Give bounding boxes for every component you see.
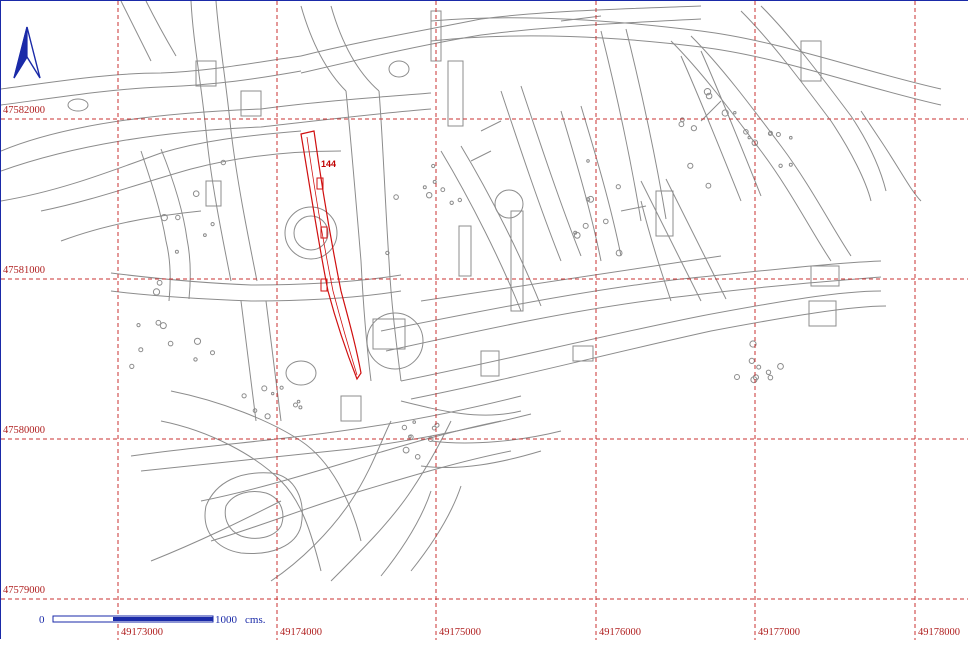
scale-start-label: 0 xyxy=(39,614,45,626)
post-hole xyxy=(573,231,581,239)
post-hole xyxy=(747,135,751,140)
coordinate-grid xyxy=(1,1,968,640)
easting-label: 49178000 xyxy=(918,627,960,638)
post-hole xyxy=(705,182,712,189)
post-hole xyxy=(261,385,268,392)
northing-label: 47580000 xyxy=(3,425,45,436)
post-hole xyxy=(734,374,740,380)
post-hole xyxy=(193,357,198,362)
post-hole xyxy=(167,340,174,347)
post-hole xyxy=(138,347,144,353)
post-hole xyxy=(615,249,623,257)
post-hole xyxy=(401,424,408,431)
post-hole xyxy=(431,163,436,169)
post-hole xyxy=(152,288,161,296)
post-hole xyxy=(414,454,421,460)
post-hole xyxy=(789,135,793,140)
post-hole xyxy=(788,162,793,167)
highlighted-feature[interactable]: 144 xyxy=(300,130,362,381)
post-hole xyxy=(449,200,454,206)
post-hole xyxy=(408,434,412,439)
easting-label: 49174000 xyxy=(280,627,322,638)
post-hole xyxy=(296,399,301,404)
post-hole xyxy=(422,185,427,190)
map-canvas: 47582000 47581000 47580000 47579000 4917… xyxy=(0,0,968,640)
feature-144-centerline xyxy=(306,136,358,376)
northing-label: 47579000 xyxy=(3,585,45,596)
post-hole xyxy=(402,446,410,454)
northing-label: 47581000 xyxy=(3,265,45,276)
post-hole xyxy=(279,385,284,390)
post-hole xyxy=(687,162,694,169)
northing-label: 47582000 xyxy=(3,105,45,116)
post-hole xyxy=(293,402,298,408)
post-hole xyxy=(241,393,247,399)
post-hole xyxy=(733,111,737,115)
post-hole xyxy=(426,192,433,199)
post-hole xyxy=(175,214,181,221)
post-hole xyxy=(582,222,589,229)
post-hole xyxy=(193,337,202,345)
post-hole xyxy=(432,179,437,184)
post-hole xyxy=(756,364,762,370)
post-hole xyxy=(264,413,271,420)
post-hole xyxy=(777,363,784,370)
post-hole xyxy=(203,233,207,238)
post-hole xyxy=(690,125,698,132)
post-hole xyxy=(678,121,685,128)
post-hole xyxy=(748,357,755,364)
scale-unit-label: cms. xyxy=(245,614,266,626)
post-hole xyxy=(775,132,781,137)
post-hole xyxy=(210,350,215,356)
post-hole xyxy=(210,222,215,227)
scale-bar: 0 1000 cms. xyxy=(39,614,266,626)
easting-label: 49175000 xyxy=(439,627,481,638)
easting-label: 49173000 xyxy=(121,627,163,638)
scale-end-label: 1000 xyxy=(215,614,238,626)
post-hole xyxy=(412,420,417,424)
post-hole xyxy=(603,218,609,225)
post-hole xyxy=(767,374,774,381)
post-hole xyxy=(136,323,141,328)
post-hole xyxy=(393,194,399,200)
post-hole xyxy=(129,363,135,369)
post-hole xyxy=(298,405,303,410)
post-hole xyxy=(440,187,446,193)
easting-label: 49176000 xyxy=(599,627,641,638)
post-hole xyxy=(174,249,179,254)
post-hole xyxy=(778,163,783,169)
post-hole xyxy=(765,369,772,375)
feature-144-label: 144 xyxy=(321,159,336,169)
north-arrow-icon xyxy=(13,26,41,79)
post-hole xyxy=(457,197,462,203)
post-hole xyxy=(586,159,590,163)
post-hole xyxy=(680,117,685,123)
post-hole xyxy=(192,190,200,197)
post-hole xyxy=(615,184,621,190)
easting-label: 49177000 xyxy=(758,627,800,638)
post-hole xyxy=(156,279,163,286)
excavation-features xyxy=(0,0,942,582)
archaeological-plan-map[interactable]: 47582000 47581000 47580000 47579000 4917… xyxy=(0,0,968,640)
post-hole xyxy=(271,391,275,396)
post-hole xyxy=(155,319,162,326)
